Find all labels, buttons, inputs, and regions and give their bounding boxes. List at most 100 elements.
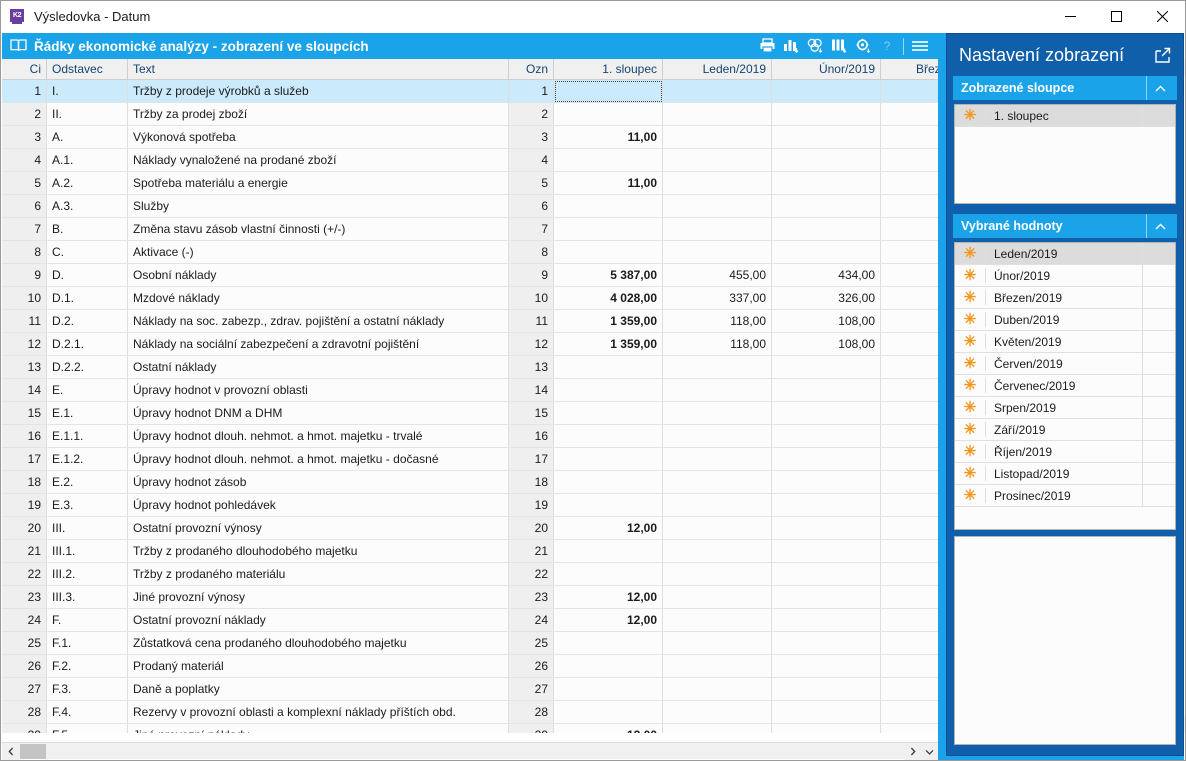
- cell-ozn[interactable]: 22: [508, 562, 554, 586]
- cell-sloupec1[interactable]: 11,00: [553, 125, 663, 149]
- cell-ci[interactable]: 12: [2, 332, 47, 356]
- cell-leden[interactable]: [662, 585, 772, 609]
- cell-sloupec1[interactable]: [553, 562, 663, 586]
- cell-leden[interactable]: [662, 654, 772, 678]
- table-row[interactable]: 6 A.3. Služby 6: [2, 194, 938, 218]
- cell-text[interactable]: Ostatní provozní náklady: [127, 608, 509, 632]
- cell-ci[interactable]: 3: [2, 125, 47, 149]
- cell-sloupec1[interactable]: [553, 539, 663, 563]
- cell-text[interactable]: Prodaný materiál: [127, 654, 509, 678]
- table-row[interactable]: 24 F. Ostatní provozní náklady 24 12,00: [2, 608, 938, 632]
- cell-text[interactable]: Úpravy hodnot dlouh. nehmot. a hmot. maj…: [127, 447, 509, 471]
- cell-odstavec[interactable]: B.: [46, 217, 128, 241]
- column-header-leden[interactable]: Leden/2019: [662, 59, 772, 80]
- cell-ci[interactable]: 2: [2, 102, 47, 126]
- cell-unor[interactable]: [771, 608, 881, 632]
- cell-leden[interactable]: 455,00: [662, 263, 772, 287]
- table-row[interactable]: 9D.Osobní náklady95 387,00455,00434,0043…: [2, 263, 938, 287]
- cell-text[interactable]: Úpravy hodnot pohledávek: [127, 493, 509, 517]
- cell-leden[interactable]: [662, 493, 772, 517]
- cell-leden[interactable]: [662, 562, 772, 586]
- cell-leden[interactable]: [662, 677, 772, 701]
- cell-ozn[interactable]: 8: [508, 240, 554, 264]
- cell-sloupec1[interactable]: [553, 447, 663, 471]
- cell-leden[interactable]: [662, 539, 772, 563]
- cell-unor[interactable]: 108,00: [771, 332, 881, 356]
- cell-ozn[interactable]: 23: [508, 585, 554, 609]
- cell-text[interactable]: Úpravy hodnot v provozní oblasti: [127, 378, 509, 402]
- cell-odstavec[interactable]: F.4.: [46, 700, 128, 724]
- cell-brezen[interactable]: [880, 102, 938, 126]
- cell-text[interactable]: Ostatní náklady: [127, 355, 509, 379]
- cell-sloupec1[interactable]: 11,00: [553, 171, 663, 195]
- cell-leden[interactable]: [662, 125, 772, 149]
- table-row[interactable]: 27 F.3. Daně a poplatky 27: [2, 677, 938, 701]
- cell-unor[interactable]: [771, 562, 881, 586]
- horizontal-scrollbar[interactable]: [2, 742, 938, 760]
- cell-text[interactable]: Daně a poplatky: [127, 677, 509, 701]
- cell-brezen[interactable]: [880, 401, 938, 425]
- cell-leden[interactable]: 118,00: [662, 309, 772, 333]
- cell-odstavec[interactable]: III.2.: [46, 562, 128, 586]
- cell-odstavec[interactable]: II.: [46, 102, 128, 126]
- cell-ci[interactable]: 25: [2, 631, 47, 655]
- table-row[interactable]: 1 I. Tržby z prodeje výrobků a služeb 1: [2, 79, 938, 103]
- cell-leden[interactable]: [662, 424, 772, 448]
- cell-leden[interactable]: [662, 240, 772, 264]
- cell-text[interactable]: Rezervy v provozní oblasti a komplexní n…: [127, 700, 509, 724]
- cell-sloupec1[interactable]: [553, 79, 663, 103]
- cell-odstavec[interactable]: F.2.: [46, 654, 128, 678]
- cell-sloupec1[interactable]: [553, 378, 663, 402]
- cell-text[interactable]: Výkonová spotřeba: [127, 125, 509, 149]
- cell-ci[interactable]: 17: [2, 447, 47, 471]
- cell-leden[interactable]: [662, 723, 772, 733]
- column-header-brezen[interactable]: Březen/2019: [880, 59, 938, 80]
- cell-ci[interactable]: 5: [2, 171, 47, 195]
- cell-brezen[interactable]: [880, 424, 938, 448]
- cell-unor[interactable]: [771, 355, 881, 379]
- cell-sloupec1[interactable]: 1 359,00: [553, 332, 663, 356]
- cell-leden[interactable]: [662, 217, 772, 241]
- cell-ozn[interactable]: 17: [508, 447, 554, 471]
- cell-text[interactable]: Úpravy hodnot zásob: [127, 470, 509, 494]
- cell-ci[interactable]: 23: [2, 585, 47, 609]
- cell-ci[interactable]: 29: [2, 723, 47, 733]
- cell-text[interactable]: Náklady na soc. zabezp., zdrav. pojištěn…: [127, 309, 509, 333]
- table-row[interactable]: 8 C. Aktivace (-) 8: [2, 240, 938, 264]
- cell-odstavec[interactable]: E.1.2.: [46, 447, 128, 471]
- cell-ozn[interactable]: 26: [508, 654, 554, 678]
- column-header-unor[interactable]: Únor/2019: [771, 59, 881, 80]
- cell-ci[interactable]: 18: [2, 470, 47, 494]
- table-row[interactable]: 20 III. Ostatní provozní výnosy 20 12,00: [2, 516, 938, 540]
- cell-text[interactable]: Osobní náklady: [127, 263, 509, 287]
- cell-brezen[interactable]: 110,00: [880, 309, 938, 333]
- cell-text[interactable]: Tržby z prodaného dlouhodobého majetku: [127, 539, 509, 563]
- cell-brezen[interactable]: [880, 355, 938, 379]
- cell-brezen[interactable]: [880, 585, 938, 609]
- cell-odstavec[interactable]: F.3.: [46, 677, 128, 701]
- cell-sloupec1[interactable]: 5 387,00: [553, 263, 663, 287]
- cell-leden[interactable]: [662, 700, 772, 724]
- list-item[interactable]: ✳ Leden/2019: [955, 243, 1175, 265]
- cell-unor[interactable]: [771, 424, 881, 448]
- cell-brezen[interactable]: [880, 608, 938, 632]
- cell-odstavec[interactable]: I.: [46, 79, 128, 103]
- columns-icon[interactable]: [827, 34, 851, 58]
- cell-odstavec[interactable]: C.: [46, 240, 128, 264]
- scroll-left-button[interactable]: [2, 743, 19, 760]
- cell-leden[interactable]: [662, 355, 772, 379]
- cell-odstavec[interactable]: III.3.: [46, 585, 128, 609]
- cell-ozn[interactable]: 9: [508, 263, 554, 287]
- cell-unor[interactable]: 434,00: [771, 263, 881, 287]
- cell-brezen[interactable]: 439,00: [880, 263, 938, 287]
- cell-unor[interactable]: [771, 677, 881, 701]
- cell-unor[interactable]: [771, 240, 881, 264]
- cell-sloupec1[interactable]: [553, 355, 663, 379]
- cell-unor[interactable]: [771, 194, 881, 218]
- table-row[interactable]: 10 D.1. Mzdové náklady 10 4 028,00 337,00 326,…: [2, 286, 938, 310]
- pie-chart-icon[interactable]: [803, 34, 827, 58]
- list-item[interactable]: ✳ Říjen/2019: [955, 441, 1175, 463]
- cell-unor[interactable]: [771, 470, 881, 494]
- column-header-sloupec1[interactable]: 1. sloupec: [553, 59, 663, 80]
- cell-ci[interactable]: 24: [2, 608, 47, 632]
